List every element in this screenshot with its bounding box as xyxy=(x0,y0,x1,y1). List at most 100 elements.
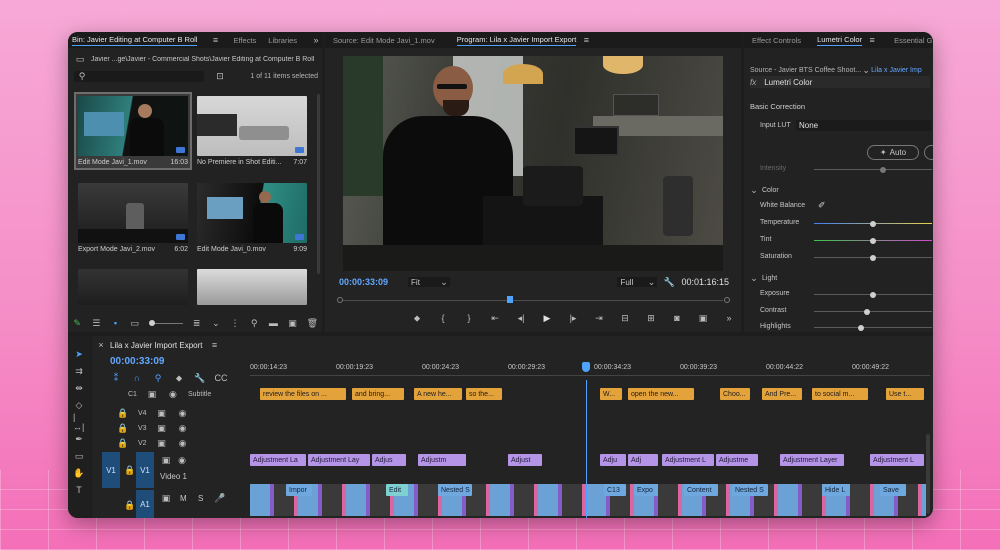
fit-dropdown[interactable]: Fit ⌄ xyxy=(408,277,451,287)
section-basic-correction[interactable]: Basic Correction xyxy=(750,102,805,111)
adjustment-clip[interactable]: Adju xyxy=(600,454,626,466)
lock-icon[interactable]: 🔒 xyxy=(124,499,136,511)
tab-lumetri-color[interactable]: Lumetri Color xyxy=(817,35,863,46)
highlights-knob[interactable] xyxy=(858,324,865,331)
effect-name[interactable]: Lumetri Color xyxy=(764,78,812,87)
light-section[interactable]: ⌄ Light xyxy=(750,272,777,284)
track-select-icon[interactable]: ⇉ xyxy=(73,365,85,377)
exposure-slider[interactable] xyxy=(814,291,932,298)
tab-source[interactable]: Source: Edit Mode Javi_1.mov xyxy=(333,36,435,45)
go-to-in-icon[interactable]: ⇤ xyxy=(489,312,501,324)
pencil-icon[interactable]: ✎ xyxy=(72,317,82,329)
tab-program[interactable]: Program: Lila x Javier Import Export xyxy=(456,35,577,46)
menu-icon[interactable]: ≡ xyxy=(580,34,592,46)
compare-icon[interactable]: ▣ xyxy=(697,312,709,324)
lock-icon[interactable]: 🔒 xyxy=(117,422,129,434)
track-v1[interactable]: V1 xyxy=(136,452,154,488)
track-v3[interactable]: V3 xyxy=(138,425,147,432)
clip-thumb-export-mode-2[interactable]: Export Mode Javi_2.mov 6:02 xyxy=(78,183,188,253)
solo-button[interactable]: S xyxy=(198,494,203,503)
toggle-sync-icon[interactable]: ▣ xyxy=(156,407,168,419)
subtitle-clip[interactable]: review the files on ... xyxy=(260,388,346,400)
search-input[interactable]: ⚲ xyxy=(74,70,204,82)
marker-icon[interactable]: ⬥ xyxy=(173,372,185,384)
lumetri-sequence[interactable]: Lila x Javier Imp xyxy=(871,67,922,74)
track-a1[interactable]: A1 xyxy=(136,490,154,518)
settings-wrench-icon[interactable]: 🔧 xyxy=(194,372,206,384)
tab-bin[interactable]: Bin: Javier Editing at Computer B Roll xyxy=(72,35,198,46)
track-c1[interactable]: C1 xyxy=(128,391,137,398)
chevron-down-icon[interactable]: ⌄ xyxy=(211,317,221,329)
eye-icon[interactable]: ◉ xyxy=(177,422,189,434)
play-icon[interactable]: ▶ xyxy=(541,312,553,324)
linked-select-icon[interactable]: ⚲ xyxy=(152,372,164,384)
video-clip[interactable]: Hide L xyxy=(822,484,850,496)
eye-icon[interactable]: ◉ xyxy=(176,454,188,466)
overflow-chevron-icon[interactable]: » xyxy=(723,312,735,324)
step-back-icon[interactable]: ◂| xyxy=(515,312,527,324)
toggle-sync-icon[interactable]: ▣ xyxy=(160,492,172,504)
clip-thumb-no-premiere[interactable]: No Premiere in Shot Editi... 7:07 xyxy=(197,96,307,166)
tab-essential-graphics[interactable]: Essential G xyxy=(894,36,932,45)
wrench-icon[interactable]: 🔧 xyxy=(663,276,675,288)
track-v4[interactable]: V4 xyxy=(138,410,147,417)
type-tool-icon[interactable]: T xyxy=(73,484,85,496)
tint-slider[interactable] xyxy=(814,237,932,244)
timeline-vertical-scrollbar[interactable] xyxy=(926,434,930,514)
adjustment-clip[interactable]: Adjustment Layer xyxy=(780,454,844,466)
snap-icon[interactable]: ⁑ xyxy=(110,372,122,384)
color-section[interactable]: ⌄ Color xyxy=(750,184,779,196)
razor-icon[interactable]: ◇ xyxy=(73,399,85,411)
automate-icon[interactable]: ⋮ xyxy=(230,317,240,329)
toggle-sync-icon[interactable]: ▣ xyxy=(156,437,168,449)
monitor-scrub-bar[interactable] xyxy=(337,296,730,304)
adjustment-clip[interactable]: Adjus xyxy=(372,454,406,466)
go-to-out-icon[interactable]: ⇥ xyxy=(593,312,605,324)
program-timecode[interactable]: 00:00:33:09 xyxy=(339,277,388,287)
menu-icon[interactable]: ≡ xyxy=(866,34,878,46)
eye-icon[interactable]: ◉ xyxy=(177,437,189,449)
subtitle-clip[interactable]: open the new... xyxy=(628,388,694,400)
toggle-sync-icon[interactable]: ▣ xyxy=(160,454,172,466)
find-icon[interactable]: ⚲ xyxy=(249,317,259,329)
trash-icon[interactable]: 🗑 xyxy=(307,317,318,329)
contrast-knob[interactable] xyxy=(864,308,871,315)
timeline-timecode[interactable]: 00:00:33:09 xyxy=(110,356,164,367)
selection-tool-icon[interactable]: ➤ xyxy=(73,348,85,360)
lock-icon[interactable]: 🔒 xyxy=(117,437,129,449)
adjustment-clip[interactable]: Adj xyxy=(628,454,658,466)
overwrite-icon[interactable]: ⊞ xyxy=(645,312,657,324)
camera-icon[interactable]: ◙ xyxy=(671,312,683,324)
video-clip[interactable]: Save xyxy=(880,484,906,496)
video-clip[interactable]: Nested S xyxy=(732,484,768,496)
sort-icon[interactable]: ≣ xyxy=(192,317,202,329)
subtitle-clip[interactable]: to social m... xyxy=(812,388,868,400)
contrast-slider[interactable] xyxy=(814,308,932,315)
subtitle-clip[interactable]: And Pre... xyxy=(762,388,802,400)
temperature-knob[interactable] xyxy=(870,220,876,227)
eye-icon[interactable]: ◉ xyxy=(167,388,179,400)
captions-icon[interactable]: CC xyxy=(215,372,228,384)
program-video-frame[interactable] xyxy=(343,56,723,271)
source-patch-v1[interactable]: V1 xyxy=(102,452,120,488)
clip-thumb-edit-mode-1[interactable]: Edit Mode Javi_1.mov 16:03 xyxy=(74,92,192,170)
video-clip[interactable]: Edit xyxy=(386,484,408,496)
subtitle-clip[interactable]: Use t... xyxy=(886,388,924,400)
insert-icon[interactable]: ⊟ xyxy=(619,312,631,324)
adjustment-clip[interactable]: Adjustment Lay xyxy=(308,454,370,466)
adjustment-clip[interactable]: Adjustment L xyxy=(662,454,714,466)
playhead-marker[interactable] xyxy=(507,296,513,303)
freeform-view-icon[interactable]: ▭ xyxy=(130,317,140,329)
ripple-edit-icon[interactable]: ⇹ xyxy=(73,382,85,394)
timeline-playhead[interactable] xyxy=(586,380,587,518)
toggle-sync-icon[interactable]: ▣ xyxy=(146,388,158,400)
adjustment-clip[interactable]: Adjust xyxy=(508,454,542,466)
new-item-icon[interactable]: ▣ xyxy=(287,317,297,329)
microphone-icon[interactable]: 🎤 xyxy=(214,492,226,504)
saturation-slider[interactable] xyxy=(814,254,932,261)
tab-effects[interactable]: Effects xyxy=(233,36,256,45)
mark-in-icon[interactable]: { xyxy=(437,312,449,324)
lock-icon[interactable]: 🔒 xyxy=(117,407,129,419)
adjustment-clip[interactable]: Adjustment L xyxy=(870,454,924,466)
adjustment-clip[interactable]: Adjustm xyxy=(418,454,466,466)
